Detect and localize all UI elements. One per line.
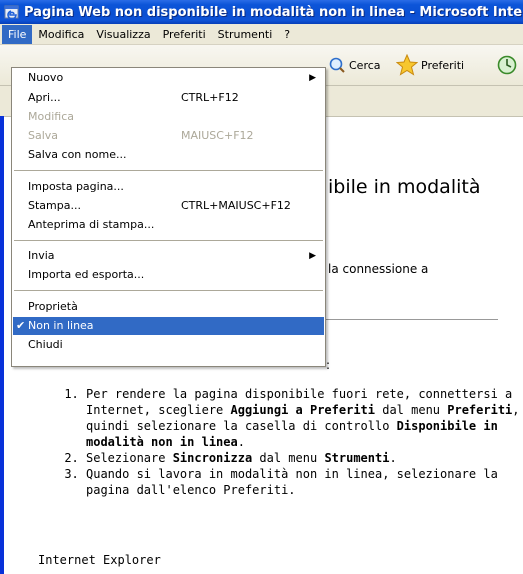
file-menu: Nuovo ▶ Apri... CTRL+F12 Modifica Salva … <box>11 67 326 367</box>
menu-item-label: Modifica <box>28 110 74 123</box>
star-icon <box>396 54 418 76</box>
menu-item-label: Importa ed esporta... <box>28 268 145 281</box>
menu-file[interactable]: File <box>2 24 33 44</box>
menu-visualizza[interactable]: Visualizza <box>90 25 156 44</box>
menu-item-label: Chiudi <box>28 338 63 351</box>
menu-item-shortcut: CTRL+F12 <box>181 91 239 104</box>
window-title: Pagina Web non disponibile in modalità n… <box>24 4 523 20</box>
menu-item-label: Imposta pagina... <box>28 180 124 193</box>
menu-item-anteprima[interactable]: Anteprima di stampa... <box>13 216 324 234</box>
menu-item-label: Non in linea <box>28 319 94 332</box>
menu-item-label: Salva <box>28 129 59 142</box>
menu-item-shortcut: CTRL+MAIUSC+F12 <box>181 199 291 212</box>
search-icon <box>329 57 345 73</box>
menu-item-label: Nuovo <box>28 71 64 84</box>
favorites-label: Preferiti <box>421 58 465 72</box>
instruction-text: Selezionare <box>86 451 173 465</box>
instruction-bold-text: Strumenti <box>324 451 390 465</box>
instruction-step: Quando si lavora in modalità non in line… <box>86 466 523 498</box>
instruction-bold-text: Preferiti <box>447 403 513 417</box>
instruction-text: dal menu <box>252 451 325 465</box>
section-colon: : <box>326 358 331 372</box>
instruction-text: . <box>237 435 245 449</box>
menu-modifica[interactable]: Modifica <box>32 25 90 44</box>
instruction-step: Selezionare Sincronizza dal menu Strumen… <box>86 450 523 466</box>
instructions-list: Per rendere la pagina disponibile fuori … <box>50 386 523 498</box>
menu-item-label: Stampa... <box>28 199 81 212</box>
menu-item-invia[interactable]: Invia ▶ <box>13 247 324 265</box>
menu-item-importa-esporta[interactable]: Importa ed esporta... <box>13 266 324 284</box>
page-footer: Internet Explorer <box>38 553 161 567</box>
menu-item-label: Salva con nome... <box>28 148 127 161</box>
menu-item-apri[interactable]: Apri... CTRL+F12 <box>13 89 324 107</box>
history-icon <box>497 55 517 75</box>
submenu-arrow-icon: ▶ <box>309 251 316 261</box>
instruction-text: . <box>389 451 397 465</box>
menu-item-nuovo[interactable]: Nuovo ▶ <box>13 69 324 87</box>
menu-preferiti[interactable]: Preferiti <box>157 25 212 44</box>
menu-help[interactable]: ? <box>278 25 296 44</box>
checkmark-icon: ✔ <box>16 319 26 332</box>
menu-item-proprieta[interactable]: Proprietà <box>13 298 324 316</box>
menu-separator <box>14 170 323 171</box>
menu-item-salva: Salva MAIUSC+F12 <box>13 127 324 145</box>
menu-strumenti[interactable]: Strumenti <box>212 25 279 44</box>
menu-separator <box>14 290 323 291</box>
internet-explorer-icon <box>4 5 19 20</box>
menu-item-chiudi[interactable]: Chiudi <box>13 336 324 354</box>
instruction-bold-text: Sincronizza <box>172 451 253 465</box>
menu-item-label: Anteprima di stampa... <box>28 218 155 231</box>
favorites-button[interactable]: Preferiti <box>396 53 464 77</box>
page-heading: ibile in modalità <box>328 176 481 198</box>
menu-item-modifica: Modifica <box>13 108 324 126</box>
search-button[interactable]: Cerca <box>328 53 381 77</box>
page-subtext: la connessione a <box>328 262 429 276</box>
menu-item-shortcut: MAIUSC+F12 <box>181 129 254 142</box>
menu-item-imposta-pagina[interactable]: Imposta pagina... <box>13 178 324 196</box>
instruction-step: Per rendere la pagina disponibile fuori … <box>86 386 523 450</box>
menu-item-salva-con-nome[interactable]: Salva con nome... <box>13 146 324 164</box>
submenu-arrow-icon: ▶ <box>309 73 316 83</box>
instruction-bold-text: Aggiungi a Preferiti <box>230 403 376 417</box>
menu-bar: File Modifica Visualizza Preferiti Strum… <box>0 24 523 45</box>
menu-separator <box>14 240 323 241</box>
menu-item-non-in-linea[interactable]: ✔ Non in linea <box>13 317 324 335</box>
menu-item-stampa[interactable]: Stampa... CTRL+MAIUSC+F12 <box>13 197 324 215</box>
menu-item-label: Proprietà <box>28 300 78 313</box>
menu-item-label: Invia <box>28 249 55 262</box>
title-bar[interactable]: Pagina Web non disponibile in modalità n… <box>0 0 523 24</box>
menu-item-label: Apri... <box>28 91 61 104</box>
search-label: Cerca <box>349 58 381 72</box>
divider <box>322 319 498 320</box>
instruction-text: Quando si lavora in modalità non in line… <box>86 467 498 497</box>
history-button[interactable] <box>496 53 518 77</box>
instruction-text: dal menu <box>375 403 448 417</box>
